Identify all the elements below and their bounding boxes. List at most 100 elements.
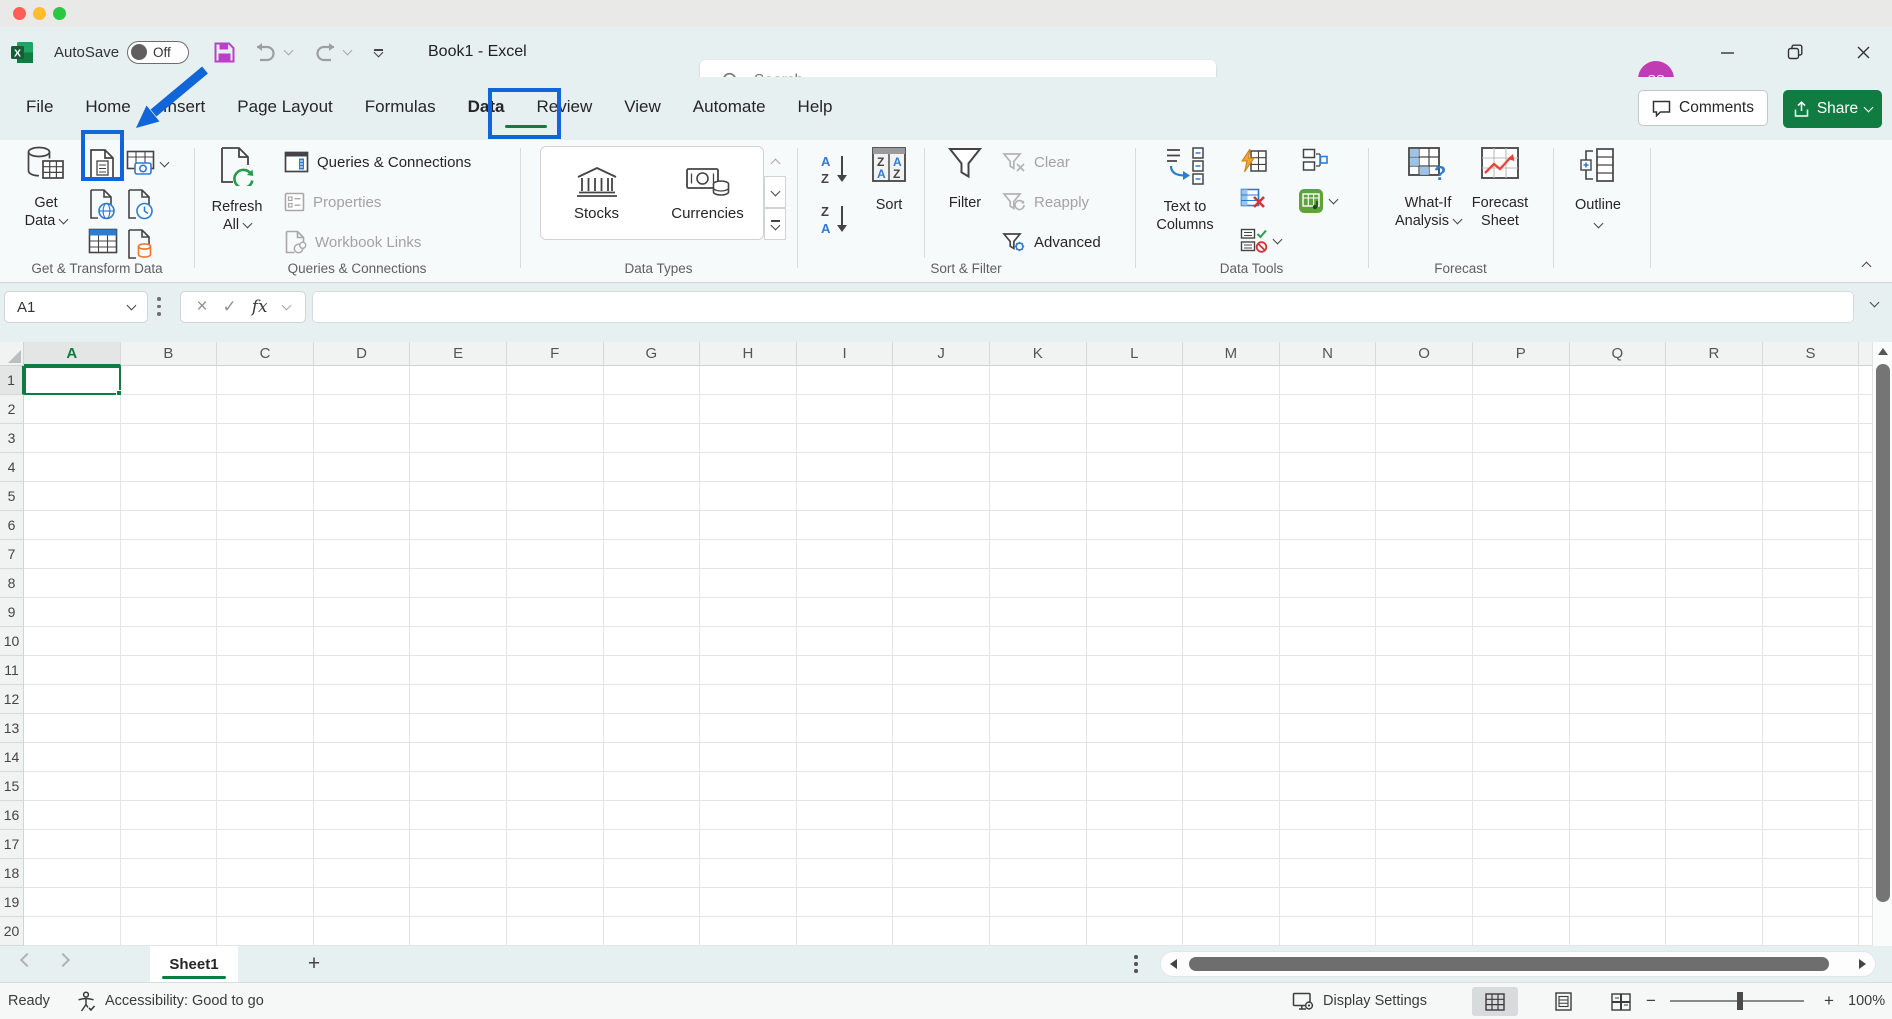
sort-descending-button[interactable]: ZA	[818, 202, 850, 238]
cell-B3[interactable]	[121, 424, 218, 453]
cell-P12[interactable]	[1473, 685, 1570, 714]
cell-N14[interactable]	[1280, 743, 1377, 772]
expand-formula-bar-icon[interactable]	[1870, 298, 1880, 308]
cell-K14[interactable]	[990, 743, 1087, 772]
cell-S20[interactable]	[1763, 917, 1860, 946]
cell-O5[interactable]	[1376, 482, 1473, 511]
cell-M14[interactable]	[1183, 743, 1280, 772]
cell-S15[interactable]	[1763, 772, 1860, 801]
cell-D1[interactable]	[314, 366, 411, 395]
page-break-preview-button[interactable]	[1598, 987, 1644, 1016]
cell-C18[interactable]	[217, 859, 314, 888]
cell-P9[interactable]	[1473, 598, 1570, 627]
cell-F2[interactable]	[507, 395, 604, 424]
cell-B12[interactable]	[121, 685, 218, 714]
cell-K3[interactable]	[990, 424, 1087, 453]
cell-O15[interactable]	[1376, 772, 1473, 801]
cell-P16[interactable]	[1473, 801, 1570, 830]
cell-F5[interactable]	[507, 482, 604, 511]
row-header-18[interactable]: 18	[0, 859, 24, 888]
cell-G18[interactable]	[604, 859, 701, 888]
column-header-O[interactable]: O	[1376, 342, 1473, 366]
cell-E14[interactable]	[410, 743, 507, 772]
cell-J13[interactable]	[893, 714, 990, 743]
filter-button[interactable]: Filter	[936, 144, 994, 212]
cell-Q8[interactable]	[1570, 569, 1667, 598]
cell-P13[interactable]	[1473, 714, 1570, 743]
mac-close-dot[interactable]	[13, 7, 26, 20]
cell-R16[interactable]	[1666, 801, 1763, 830]
cell-D12[interactable]	[314, 685, 411, 714]
cell-P4[interactable]	[1473, 453, 1570, 482]
cell-F1[interactable]	[507, 366, 604, 395]
normal-view-button[interactable]	[1472, 987, 1518, 1016]
column-header-C[interactable]: C	[217, 342, 314, 366]
cell-D10[interactable]	[314, 627, 411, 656]
horizontal-scrollbar[interactable]	[1160, 951, 1876, 977]
column-header-K[interactable]: K	[990, 342, 1087, 366]
cell-J10[interactable]	[893, 627, 990, 656]
cell-K6[interactable]	[990, 511, 1087, 540]
cell-E6[interactable]	[410, 511, 507, 540]
cell-G9[interactable]	[604, 598, 701, 627]
cell-L12[interactable]	[1087, 685, 1184, 714]
tab-page-layout[interactable]: Page Layout	[221, 91, 348, 123]
cell-H14[interactable]	[700, 743, 797, 772]
cell-K15[interactable]	[990, 772, 1087, 801]
cell-O12[interactable]	[1376, 685, 1473, 714]
cell-L17[interactable]	[1087, 830, 1184, 859]
cell-Q1[interactable]	[1570, 366, 1667, 395]
column-header-N[interactable]: N	[1280, 342, 1377, 366]
cell-N15[interactable]	[1280, 772, 1377, 801]
cell-C19[interactable]	[217, 888, 314, 917]
row-header-11[interactable]: 11	[0, 656, 24, 685]
cell-G14[interactable]	[604, 743, 701, 772]
cell-F14[interactable]	[507, 743, 604, 772]
cell-R9[interactable]	[1666, 598, 1763, 627]
cell-N5[interactable]	[1280, 482, 1377, 511]
cell-P8[interactable]	[1473, 569, 1570, 598]
cell-E7[interactable]	[410, 540, 507, 569]
customize-quick-access-button[interactable]	[374, 27, 383, 77]
cell-G20[interactable]	[604, 917, 701, 946]
cell-E2[interactable]	[410, 395, 507, 424]
cell-I16[interactable]	[797, 801, 894, 830]
cell-I20[interactable]	[797, 917, 894, 946]
row-header-13[interactable]: 13	[0, 714, 24, 743]
cell-N10[interactable]	[1280, 627, 1377, 656]
cell-B6[interactable]	[121, 511, 218, 540]
cell-E19[interactable]	[410, 888, 507, 917]
gallery-scroll-down-button[interactable]	[764, 176, 786, 208]
cell-R10[interactable]	[1666, 627, 1763, 656]
cell-O17[interactable]	[1376, 830, 1473, 859]
gallery-scroll-up-button[interactable]	[764, 146, 786, 176]
cell-S16[interactable]	[1763, 801, 1860, 830]
sort-ascending-button[interactable]: AZ	[818, 152, 850, 188]
cell-D9[interactable]	[314, 598, 411, 627]
cell-I8[interactable]	[797, 569, 894, 598]
cell-M16[interactable]	[1183, 801, 1280, 830]
accessibility-status[interactable]: Accessibility: Good to go	[76, 983, 264, 1019]
cell-N17[interactable]	[1280, 830, 1377, 859]
cell-K17[interactable]	[990, 830, 1087, 859]
cell-A15[interactable]	[24, 772, 121, 801]
cell-F6[interactable]	[507, 511, 604, 540]
cell-M3[interactable]	[1183, 424, 1280, 453]
cell-F4[interactable]	[507, 453, 604, 482]
cell-G12[interactable]	[604, 685, 701, 714]
cell-S2[interactable]	[1763, 395, 1860, 424]
cell-S3[interactable]	[1763, 424, 1860, 453]
cell-G19[interactable]	[604, 888, 701, 917]
cell-J7[interactable]	[893, 540, 990, 569]
cell-F3[interactable]	[507, 424, 604, 453]
cell-M12[interactable]	[1183, 685, 1280, 714]
cell-M6[interactable]	[1183, 511, 1280, 540]
enter-button[interactable]: ✓	[223, 297, 237, 317]
cell-N20[interactable]	[1280, 917, 1377, 946]
cell-M4[interactable]	[1183, 453, 1280, 482]
row-header-2[interactable]: 2	[0, 395, 24, 424]
cell-O3[interactable]	[1376, 424, 1473, 453]
cell-F8[interactable]	[507, 569, 604, 598]
share-button[interactable]: Share	[1783, 90, 1882, 128]
cell-E1[interactable]	[410, 366, 507, 395]
